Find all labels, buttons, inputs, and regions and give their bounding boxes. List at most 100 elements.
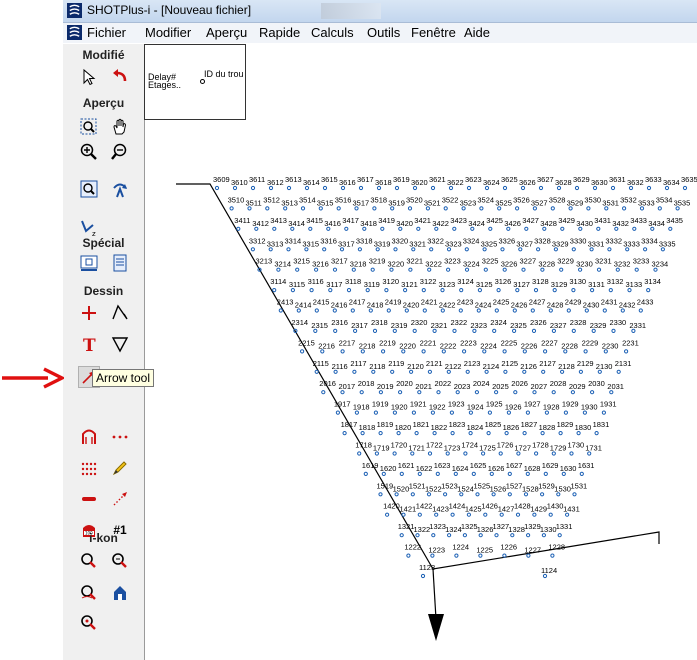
blast-hole[interactable] xyxy=(394,185,400,191)
blast-hole[interactable] xyxy=(407,206,413,211)
ikon-tool-4[interactable] xyxy=(109,582,131,604)
blast-hole[interactable] xyxy=(295,267,300,272)
blast-hole[interactable] xyxy=(446,267,451,272)
blast-hole[interactable] xyxy=(384,288,389,293)
blast-hole[interactable] xyxy=(464,247,469,252)
blast-hole[interactable] xyxy=(596,226,601,231)
blast-hole[interactable] xyxy=(483,512,488,517)
blast-hole[interactable] xyxy=(408,267,413,272)
blast-hole[interactable] xyxy=(265,206,270,211)
blast-hole[interactable] xyxy=(335,410,340,415)
blast-hole[interactable] xyxy=(421,349,426,354)
blast-hole[interactable] xyxy=(450,512,455,517)
blast-hole[interactable] xyxy=(300,206,306,211)
blast-hole[interactable] xyxy=(488,226,493,231)
blast-hole[interactable] xyxy=(431,533,436,538)
blast-hole[interactable] xyxy=(486,431,491,436)
blast-hole[interactable] xyxy=(498,451,503,456)
blast-hole[interactable] xyxy=(503,369,508,374)
blast-hole[interactable] xyxy=(494,533,499,538)
blast-hole[interactable] xyxy=(534,451,539,456)
special-tool-2[interactable] xyxy=(109,252,131,274)
blast-hole[interactable] xyxy=(502,349,507,354)
pan-tool[interactable] xyxy=(109,116,131,138)
blast-hole[interactable] xyxy=(427,369,432,374)
blast-hole[interactable] xyxy=(571,288,576,293)
blast-hole[interactable] xyxy=(521,267,526,272)
zoom-extents-tool[interactable] xyxy=(78,178,100,200)
blast-hole[interactable] xyxy=(496,288,501,293)
blast-hole[interactable] xyxy=(487,410,492,415)
ikon-tool-3[interactable] xyxy=(78,582,100,604)
blast-hole[interactable] xyxy=(393,247,398,252)
blast-hole[interactable] xyxy=(416,226,421,231)
blast-hole[interactable] xyxy=(333,328,338,333)
hole-pattern-tool[interactable] xyxy=(78,457,100,479)
blast-hole[interactable] xyxy=(372,206,377,211)
blast-hole[interactable] xyxy=(399,533,404,538)
blast-hole[interactable] xyxy=(551,390,556,395)
blast-hole[interactable] xyxy=(459,288,464,293)
blast-hole[interactable] xyxy=(321,390,326,395)
menu-apercu[interactable]: Aperçu xyxy=(206,25,247,40)
blast-hole[interactable] xyxy=(515,206,520,211)
blast-hole[interactable] xyxy=(522,431,527,436)
ikon-tool-5[interactable] xyxy=(78,612,100,634)
polyline-tool[interactable] xyxy=(109,302,131,324)
blast-hole[interactable] xyxy=(682,185,688,191)
blast-hole[interactable] xyxy=(524,226,529,231)
blast-hole[interactable] xyxy=(357,451,362,456)
ikon-tool-2[interactable] xyxy=(109,550,131,572)
line-segment-tool[interactable] xyxy=(78,488,100,510)
blast-hole[interactable] xyxy=(596,267,602,272)
blast-hole[interactable] xyxy=(474,390,479,395)
blast-hole[interactable] xyxy=(602,308,607,313)
blast-hole[interactable] xyxy=(308,226,313,231)
blast-hole[interactable] xyxy=(530,308,535,313)
blast-hole[interactable] xyxy=(357,247,362,252)
blast-hole[interactable] xyxy=(449,410,454,415)
menu-fichier[interactable]: Fichier xyxy=(87,25,126,40)
drawing-canvas[interactable]: 3609 3610 3611 3612 3613 3614 3615 3616 3617 3618… xyxy=(145,119,697,660)
blast-hole[interactable] xyxy=(406,553,411,558)
blast-hole[interactable] xyxy=(314,369,319,374)
blast-hole[interactable] xyxy=(502,185,508,191)
blast-hole[interactable] xyxy=(571,328,576,333)
blast-hole[interactable] xyxy=(443,492,448,497)
blast-hole[interactable] xyxy=(392,451,397,456)
blast-hole[interactable] xyxy=(586,206,591,211)
blast-hole[interactable] xyxy=(657,206,662,211)
blast-hole[interactable] xyxy=(322,185,328,191)
blast-hole[interactable] xyxy=(272,226,277,231)
blast-hole[interactable] xyxy=(465,369,470,374)
blast-hole[interactable] xyxy=(352,369,357,374)
blast-hole[interactable] xyxy=(507,492,512,497)
zoom-window-tool[interactable] xyxy=(78,116,100,138)
blast-hole[interactable] xyxy=(385,512,390,517)
blast-hole[interactable] xyxy=(583,349,588,354)
blast-hole[interactable] xyxy=(550,553,555,558)
menu-fenetre[interactable]: Fenêtre xyxy=(411,25,456,40)
blast-hole[interactable] xyxy=(386,308,391,313)
blast-hole[interactable] xyxy=(272,288,277,293)
triangle-tool[interactable] xyxy=(109,333,131,355)
blast-hole[interactable] xyxy=(344,226,349,231)
blast-hole[interactable] xyxy=(363,471,368,476)
blast-hole[interactable] xyxy=(574,185,580,191)
blast-hole[interactable] xyxy=(250,185,256,191)
blast-hole[interactable] xyxy=(454,553,459,558)
blast-hole[interactable] xyxy=(601,410,606,415)
blast-hole[interactable] xyxy=(342,431,347,436)
blast-hole[interactable] xyxy=(358,185,364,191)
blast-hole[interactable] xyxy=(378,492,383,497)
blast-hole[interactable] xyxy=(566,308,571,313)
blast-hole[interactable] xyxy=(608,288,613,293)
blast-hole[interactable] xyxy=(579,471,584,476)
blast-hole[interactable] xyxy=(336,206,341,211)
blast-hole[interactable] xyxy=(540,492,545,497)
blast-hole[interactable] xyxy=(526,533,531,538)
blast-hole[interactable] xyxy=(668,226,673,231)
rotate-view-tool[interactable] xyxy=(109,178,131,200)
blast-hole[interactable] xyxy=(450,431,455,436)
blast-hole[interactable] xyxy=(410,492,415,497)
